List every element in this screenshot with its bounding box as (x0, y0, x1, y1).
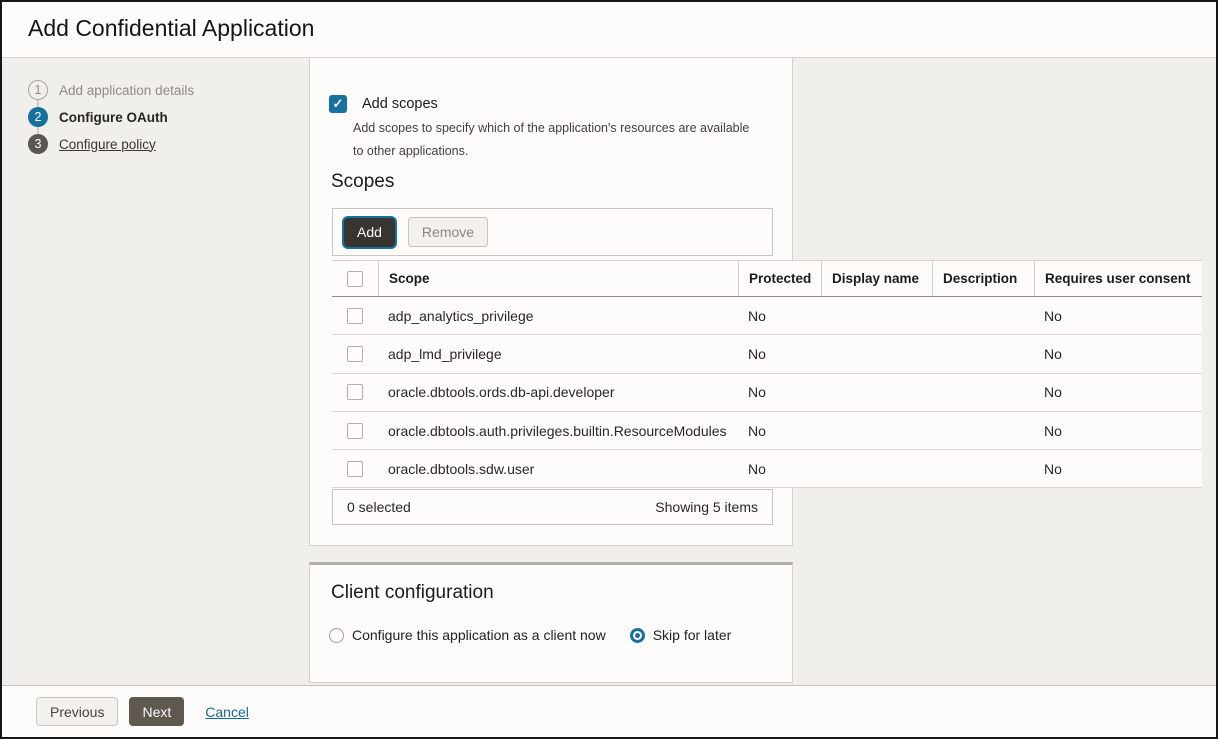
step-label: Add application details (59, 83, 194, 98)
radio-button-unselected[interactable] (329, 628, 344, 643)
step-label: Configure OAuth (59, 110, 168, 125)
page-title: Add Confidential Application (28, 15, 314, 42)
scopes-table: Scope Protected Display name Description… (332, 260, 1202, 488)
select-all-checkbox[interactable] (347, 271, 363, 287)
row-checkbox[interactable] (347, 423, 363, 439)
scope-cell: oracle.dbtools.auth.privileges.builtin.R… (378, 412, 738, 449)
column-header-display-name: Display name (821, 261, 932, 296)
description-cell (932, 297, 1034, 334)
column-header-description: Description (932, 261, 1034, 296)
add-scopes-checkbox[interactable]: ✓ (329, 95, 347, 113)
scope-cell: adp_lmd_privilege (378, 335, 738, 372)
wizard-action-bar: Previous Next Cancel (2, 685, 1216, 737)
scope-cell: adp_analytics_privilege (378, 297, 738, 334)
display-name-cell (821, 450, 932, 487)
protected-cell: No (738, 374, 821, 411)
wizard-step-add-application-details: 1 Add application details (28, 80, 194, 100)
display-name-cell (821, 412, 932, 449)
scope-cell: oracle.dbtools.ords.db-api.developer (378, 374, 738, 411)
add-scopes-label: Add scopes (362, 96, 438, 112)
step-number-badge: 1 (28, 80, 48, 100)
add-scopes-description: Add scopes to specify which of the appli… (353, 117, 757, 162)
protected-cell: No (738, 297, 821, 334)
radio-ring (633, 631, 642, 640)
wizard-step-configure-policy[interactable]: 3 Configure policy (28, 134, 194, 154)
requires-user-consent-cell: No (1034, 412, 1202, 449)
add-confidential-application-window: Add Confidential Application 1 Add appli… (0, 0, 1218, 739)
radio-label: Skip for later (653, 627, 732, 643)
step-connector (37, 100, 39, 107)
requires-user-consent-cell: No (1034, 450, 1202, 487)
row-checkbox[interactable] (347, 384, 363, 400)
requires-user-consent-cell: No (1034, 335, 1202, 372)
display-name-cell (821, 374, 932, 411)
radio-button-selected[interactable] (630, 628, 645, 643)
client-configuration-heading: Client configuration (331, 582, 494, 604)
next-button[interactable]: Next (129, 697, 184, 726)
requires-user-consent-cell: No (1034, 374, 1202, 411)
radio-label: Configure this application as a client n… (352, 627, 606, 643)
add-button[interactable]: Add (344, 218, 395, 247)
content-area: 1 Add application details 2 Configure OA… (2, 58, 1216, 686)
showing-count: Showing 5 items (655, 499, 758, 515)
radio-option-skip-for-later[interactable]: Skip for later (630, 627, 732, 643)
table-row[interactable]: oracle.dbtools.ords.db-api.developer No … (332, 374, 1202, 412)
requires-user-consent-cell: No (1034, 297, 1202, 334)
protected-cell: No (738, 335, 821, 372)
table-status-bar: 0 selected Showing 5 items (332, 489, 773, 525)
description-cell (932, 450, 1034, 487)
column-header-protected: Protected (738, 261, 821, 296)
description-cell (932, 335, 1034, 372)
scopes-heading: Scopes (331, 171, 394, 193)
add-scopes-checkbox-row[interactable]: ✓ Add scopes (329, 95, 438, 113)
row-checkbox-cell (332, 374, 378, 411)
row-checkbox-cell (332, 297, 378, 334)
table-row[interactable]: oracle.dbtools.auth.privileges.builtin.R… (332, 412, 1202, 450)
column-header-scope: Scope (378, 261, 738, 296)
row-checkbox-cell (332, 335, 378, 372)
wizard-steps: 1 Add application details 2 Configure OA… (28, 80, 194, 161)
display-name-cell (821, 335, 932, 372)
step-number-badge: 2 (28, 107, 48, 127)
scopes-table-header: Scope Protected Display name Description… (332, 260, 1202, 297)
row-checkbox-cell (332, 450, 378, 487)
protected-cell: No (738, 412, 821, 449)
table-row[interactable]: adp_lmd_privilege No No (332, 335, 1202, 373)
previous-button[interactable]: Previous (36, 697, 118, 726)
select-all-cell (332, 261, 378, 296)
step-link-configure-policy[interactable]: Configure policy (59, 137, 156, 152)
row-checkbox[interactable] (347, 346, 363, 362)
radio-option-configure-client-now[interactable]: Configure this application as a client n… (329, 627, 606, 643)
step-connector (37, 127, 39, 134)
selected-count: 0 selected (347, 499, 411, 515)
step-number-badge: 3 (28, 134, 48, 154)
column-header-requires-user-consent: Requires user consent (1034, 261, 1202, 296)
client-configuration-options: Configure this application as a client n… (329, 627, 731, 643)
row-checkbox[interactable] (347, 308, 363, 324)
table-row[interactable]: oracle.dbtools.sdw.user No No (332, 450, 1202, 488)
cancel-link[interactable]: Cancel (205, 704, 249, 720)
client-configuration-panel: Client configuration Configure this appl… (309, 562, 793, 683)
row-checkbox-cell (332, 412, 378, 449)
wizard-step-configure-oauth: 2 Configure OAuth (28, 107, 194, 127)
protected-cell: No (738, 450, 821, 487)
scopes-toolbar: Add Remove (332, 208, 773, 256)
display-name-cell (821, 297, 932, 334)
description-cell (932, 412, 1034, 449)
radio-dot-icon (635, 633, 640, 638)
title-bar: Add Confidential Application (2, 2, 1216, 58)
scope-cell: oracle.dbtools.sdw.user (378, 450, 738, 487)
description-cell (932, 374, 1034, 411)
remove-button[interactable]: Remove (408, 217, 488, 247)
table-row[interactable]: adp_analytics_privilege No No (332, 297, 1202, 335)
checkmark-icon: ✓ (333, 96, 344, 112)
row-checkbox[interactable] (347, 461, 363, 477)
